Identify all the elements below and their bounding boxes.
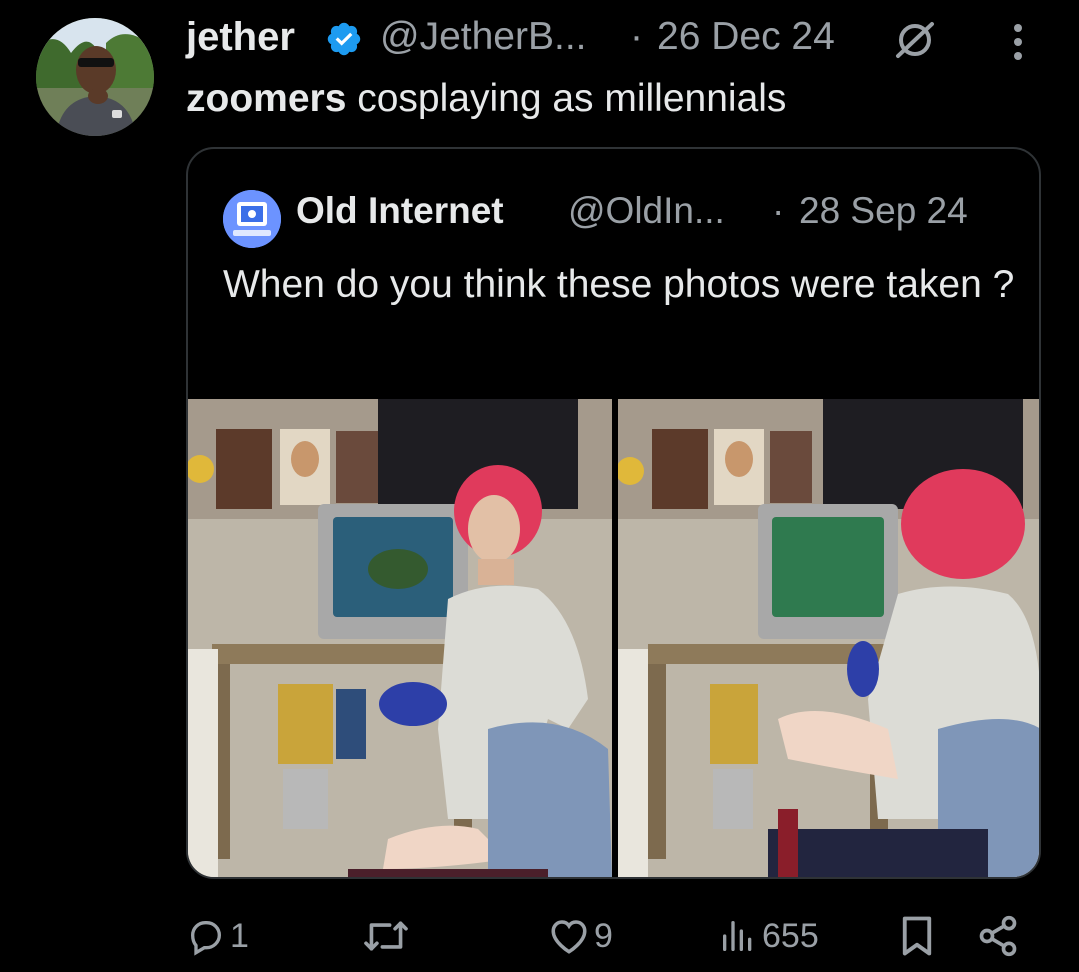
like-count: 9 [594, 916, 613, 955]
quoted-separator-dot: · [772, 190, 785, 231]
tweet-text-rest: cosplaying as millennials [346, 77, 787, 120]
quoted-author-avatar[interactable] [223, 190, 281, 248]
author-handle[interactable]: @JetherB... [380, 10, 587, 64]
author-name[interactable]: jether [186, 10, 295, 64]
views-button[interactable]: 655 [718, 912, 819, 960]
reply-count: 1 [230, 916, 249, 955]
reply-button[interactable]: 1 [186, 912, 249, 960]
view-count: 655 [762, 916, 819, 955]
quoted-author-handle[interactable]: @OldIn... [568, 185, 725, 237]
separator-dot: · [630, 15, 643, 58]
author-avatar[interactable] [36, 18, 154, 136]
views-icon [718, 916, 758, 956]
share-button[interactable] [976, 912, 1020, 960]
tweet-text: zoomers cosplaying as millennials [186, 72, 786, 126]
quoted-tweet-text: When do you think these photos were take… [223, 263, 1015, 306]
reply-icon [186, 916, 226, 956]
quoted-tweet-card[interactable]: Old Internet @OldIn... · 28 Sep 24 When … [186, 147, 1041, 879]
quoted-author-name[interactable]: Old Internet [296, 185, 504, 237]
like-icon [548, 916, 590, 956]
share-icon [976, 914, 1020, 958]
retweet-icon [362, 916, 410, 956]
bookmark-button[interactable] [898, 912, 936, 960]
retweet-button[interactable] [362, 912, 414, 960]
tweet-date[interactable]: 26 Dec 24 [657, 10, 835, 64]
bookmark-icon [898, 915, 936, 957]
like-button[interactable]: 9 [548, 912, 613, 960]
quoted-tweet-date[interactable]: 28 Sep 24 [799, 185, 968, 237]
more-icon[interactable] [1004, 20, 1032, 64]
quoted-photo-2[interactable] [618, 399, 1039, 877]
grok-icon[interactable] [892, 20, 938, 60]
quoted-photo-1[interactable] [188, 399, 612, 877]
tweet-text-bold: zoomers [186, 77, 347, 120]
verified-badge-icon [325, 20, 363, 58]
